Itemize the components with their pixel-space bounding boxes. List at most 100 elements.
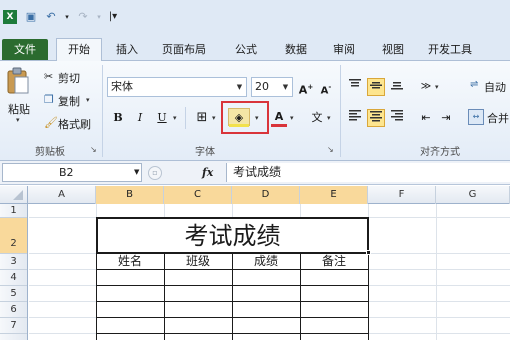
dialog-launcher-icon[interactable]: ↘ — [90, 145, 97, 154]
column-header-g[interactable]: G — [436, 186, 510, 204]
align-left-icon[interactable] — [346, 109, 364, 127]
tab-file[interactable]: 文件 — [2, 39, 48, 60]
align-top-icon[interactable] — [346, 78, 364, 96]
save-icon[interactable]: ▣ — [24, 10, 38, 24]
sheet-title-cell[interactable]: 考试成绩 — [96, 219, 369, 253]
font-size-value: 20 — [255, 80, 269, 93]
border-dropdown-icon[interactable]: ▾ — [212, 114, 216, 122]
bold-button[interactable]: B — [109, 109, 127, 127]
decrease-indent-icon[interactable]: ⇤ — [417, 109, 435, 127]
row-header-3[interactable]: 3 — [0, 254, 27, 270]
row-header-2[interactable]: 2 — [0, 218, 27, 254]
grow-font-icon[interactable]: A+ — [297, 78, 315, 97]
paste-dropdown-icon[interactable]: ▾ — [16, 116, 20, 124]
tab-home[interactable]: 开始 — [56, 38, 102, 62]
copy-icon: ❐ — [44, 93, 54, 106]
column-header-f[interactable]: F — [368, 186, 436, 204]
redo-dropdown-icon[interactable]: ▾ — [92, 10, 106, 24]
tab-insert[interactable]: 插入 — [116, 40, 138, 61]
orientation-dropdown-icon[interactable]: ▾ — [435, 83, 439, 91]
tab-developer[interactable]: 开发工具 — [428, 40, 472, 61]
copy-dropdown-icon[interactable]: ▾ — [86, 96, 90, 104]
column-header-c[interactable]: C — [164, 186, 232, 204]
chevron-down-icon[interactable]: ▼ — [234, 78, 245, 96]
font-size-combo[interactable]: 20 ▼ — [251, 77, 293, 97]
exam-table: 考试成绩 姓名 班级 成绩 备注 — [96, 217, 371, 340]
shrink-font-icon[interactable]: A- — [317, 78, 335, 96]
select-all-corner[interactable] — [0, 186, 28, 204]
row-header-1[interactable]: 1 — [0, 204, 27, 218]
underline-dropdown-icon[interactable]: ▾ — [173, 114, 177, 122]
ribbon-tab-bar: 文件 开始 插入 页面布局 公式 数据 审阅 视图 开发工具 — [0, 36, 510, 62]
orientation-icon[interactable]: ≫ — [417, 78, 435, 96]
align-center-icon[interactable] — [367, 109, 385, 127]
paste-icon[interactable] — [6, 67, 30, 95]
column-header-a[interactable]: A — [28, 186, 96, 204]
column-header-d[interactable]: D — [232, 186, 300, 204]
undo-icon[interactable]: ↶ — [44, 10, 58, 24]
row-header-7[interactable]: 7 — [0, 318, 27, 334]
tab-review[interactable]: 审阅 — [333, 40, 355, 61]
clipboard-group-label: 剪贴板 — [35, 147, 65, 158]
insert-function-button[interactable]: fx — [202, 164, 213, 181]
dialog-launcher-icon[interactable]: ↘ — [327, 145, 334, 154]
wrap-text-icon: ⇌ — [470, 79, 479, 90]
font-name-value: 宋体 — [111, 80, 133, 93]
tab-formulas[interactable]: 公式 — [235, 40, 257, 61]
font-color-dropdown-icon[interactable]: ▾ — [290, 114, 294, 122]
underline-button[interactable]: U — [153, 109, 171, 127]
font-group-label: 字体 — [195, 147, 215, 158]
fill-color-dropdown-icon[interactable]: ▾ — [255, 114, 259, 122]
font-color-swatch — [271, 124, 287, 127]
group-divider — [102, 65, 103, 157]
scissors-icon: ✂ — [44, 70, 54, 83]
wrap-text-button[interactable]: 自动 — [484, 79, 506, 95]
column-header-bar: A B C D E F G — [0, 186, 510, 204]
tab-data[interactable]: 数据 — [285, 40, 307, 61]
merge-icon: ↔ — [468, 109, 484, 125]
header-score-cell[interactable]: 成绩 — [232, 254, 300, 269]
format-painter-icon: 🖌 — [44, 116, 58, 129]
undo-dropdown-icon[interactable]: ▾ — [60, 10, 74, 24]
row-header-6[interactable]: 6 — [0, 302, 27, 318]
formula-input[interactable]: 考试成绩 — [226, 163, 510, 182]
gridline — [436, 204, 437, 340]
format-painter-button[interactable]: 格式刷 — [58, 116, 91, 132]
tab-page-layout[interactable]: 页面布局 — [162, 40, 206, 61]
align-bottom-icon[interactable] — [388, 78, 406, 96]
fill-color-swatch — [229, 124, 249, 127]
paste-button[interactable]: 粘贴 — [8, 101, 30, 117]
header-class-cell[interactable]: 班级 — [164, 254, 232, 269]
header-name-cell[interactable]: 姓名 — [96, 254, 164, 269]
formula-expand-icon[interactable]: ▫ — [148, 166, 162, 180]
name-box-dropdown-icon[interactable]: ▼ — [134, 164, 139, 181]
excel-logo-icon: X — [3, 10, 17, 24]
tab-view[interactable]: 视图 — [382, 40, 404, 61]
column-header-e[interactable]: E — [300, 186, 368, 204]
increase-indent-icon[interactable]: ⇥ — [437, 109, 455, 127]
group-divider — [340, 65, 341, 157]
border-icon[interactable]: ⊞ — [193, 109, 211, 127]
header-notes-cell[interactable]: 备注 — [300, 254, 368, 269]
customize-toolbar-icon[interactable]: |▾ — [106, 10, 120, 24]
column-header-b[interactable]: B — [96, 186, 164, 204]
separator — [185, 107, 186, 129]
name-box[interactable]: B2 — [2, 163, 142, 182]
phonetic-icon[interactable]: 文 — [308, 109, 326, 127]
row-header-bar: 1 2 3 4 5 6 7 — [0, 204, 28, 340]
alignment-group-label: 对齐方式 — [420, 147, 460, 158]
chevron-down-icon[interactable]: ▼ — [280, 78, 291, 96]
italic-button[interactable]: I — [131, 109, 149, 127]
row-header-4[interactable]: 4 — [0, 270, 27, 286]
ribbon-home: 粘贴 ▾ ✂ 剪切 ❐ 复制 ▾ 🖌 格式刷 剪贴板 ↘ 宋体 ▼ 20 ▼ A… — [0, 61, 510, 161]
row-header-5[interactable]: 5 — [0, 286, 27, 302]
cut-button[interactable]: 剪切 — [58, 70, 80, 86]
redo-icon[interactable]: ↷ — [76, 10, 90, 24]
phonetic-dropdown-icon[interactable]: ▾ — [327, 114, 331, 122]
align-right-icon[interactable] — [388, 109, 406, 127]
font-name-combo[interactable]: 宋体 ▼ — [107, 77, 247, 97]
merge-button[interactable]: 合并 — [487, 110, 509, 126]
copy-button[interactable]: 复制 — [58, 93, 80, 109]
align-middle-icon[interactable] — [367, 78, 385, 96]
quick-access-toolbar: X ▣ ↶ ▾ ↷ ▾ |▾ — [0, 0, 510, 36]
